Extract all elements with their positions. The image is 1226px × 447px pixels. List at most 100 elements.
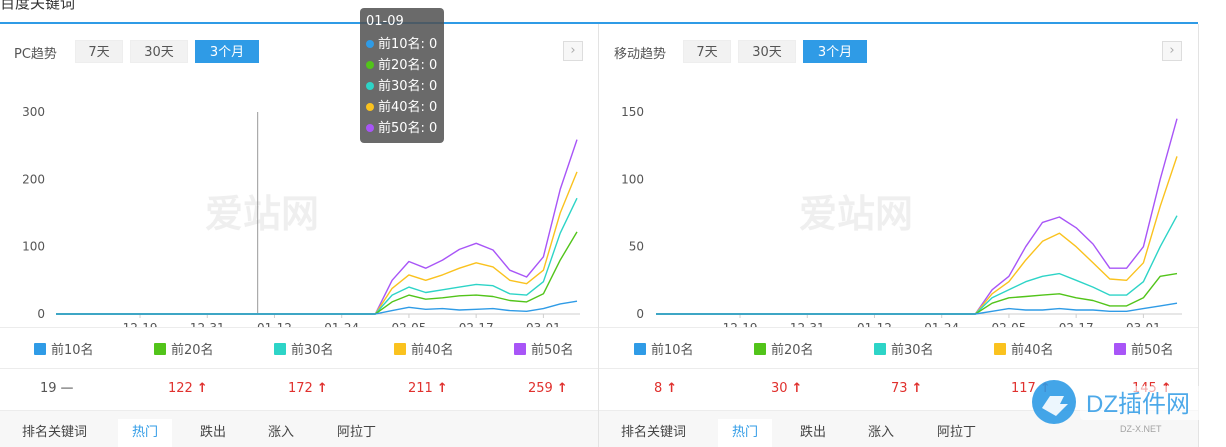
- tooltip-row-label: 前40名: 0: [378, 100, 438, 115]
- current-value-20: 122 ↑: [168, 381, 208, 396]
- legend-swatch-icon: [394, 343, 406, 355]
- pc-range-3m-button[interactable]: 3个月: [195, 40, 259, 63]
- legend-swatch-icon: [514, 343, 526, 355]
- tab-dropped[interactable]: 跌出: [186, 419, 240, 447]
- dash-icon: —: [60, 381, 74, 396]
- current-value-10: 19—: [40, 381, 74, 396]
- legend-item-50[interactable]: 前50名: [514, 339, 574, 358]
- aizhan-watermark-text: 爱站网: [205, 194, 319, 236]
- arrow-up-icon: ↑: [196, 381, 208, 396]
- pc-current-values: 19—122 ↑ 172 ↑ 211 ↑ 259 ↑: [0, 369, 598, 411]
- legend-swatch-icon: [874, 343, 886, 355]
- tooltip-row-label: 前20名: 0: [378, 58, 438, 73]
- legend-label: 前30名: [891, 343, 934, 358]
- value-number: 211: [408, 381, 433, 396]
- arrow-up-icon: ↑: [666, 381, 678, 396]
- pc-range-7d-button[interactable]: 7天: [75, 40, 123, 63]
- chevron-right-icon[interactable]: ›: [1162, 41, 1182, 61]
- tab-dropped[interactable]: 跌出: [786, 419, 840, 447]
- dot-icon: [366, 124, 374, 132]
- legend-label: 前10名: [51, 343, 94, 358]
- mobile-legend: 前10名 前20名 前30名 前40名 前50名: [599, 327, 1198, 369]
- dot-icon: [366, 82, 374, 90]
- pc-panel-label: PC趋势: [14, 47, 57, 62]
- pc-keyword-tabs: 排名关键词 热门 跌出 涨入 阿拉丁: [0, 411, 598, 447]
- tab-ranked-keywords[interactable]: 排名关键词: [607, 419, 700, 447]
- legend-item-40[interactable]: 前40名: [394, 339, 454, 358]
- tooltip-row-label: 前10名: 0: [378, 37, 438, 52]
- series-line-20: [656, 272, 1178, 315]
- legend-item-10[interactable]: 前10名: [634, 339, 694, 358]
- mobile-panel-header: 移动趋势 7天 30天 3个月 ›: [599, 39, 1198, 65]
- arrow-up-icon: ↑: [911, 381, 923, 396]
- tooltip-row-top10: 前10名: 0: [366, 34, 438, 55]
- value-number: 19: [40, 381, 57, 396]
- legend-item-20[interactable]: 前20名: [754, 339, 814, 358]
- current-value-10: 8 ↑: [654, 381, 677, 396]
- pc-trend-panel: PC趋势 7天 30天 3个月 › 爱站网010020030012-1912-3…: [0, 24, 599, 447]
- y-tick-label: 0: [37, 307, 45, 321]
- legend-label: 前20名: [171, 343, 214, 358]
- value-number: 30: [771, 381, 788, 396]
- legend-label: 前40名: [411, 343, 454, 358]
- legend-swatch-icon: [1114, 343, 1126, 355]
- y-tick-label: 200: [22, 172, 45, 186]
- y-tick-label: 100: [621, 172, 644, 186]
- y-tick-label: 50: [629, 240, 644, 254]
- value-number: 8: [654, 381, 663, 396]
- tab-hot[interactable]: 热门: [718, 419, 773, 447]
- series-line-10: [656, 302, 1178, 315]
- legend-swatch-icon: [274, 343, 286, 355]
- legend-label: 前10名: [651, 343, 694, 358]
- series-line-10: [56, 300, 578, 315]
- chevron-right-icon[interactable]: ›: [563, 41, 583, 61]
- legend-item-50[interactable]: 前50名: [1114, 339, 1174, 358]
- tab-gained[interactable]: 涨入: [854, 419, 908, 447]
- tab-gained[interactable]: 涨入: [254, 419, 308, 447]
- pc-line-chart[interactable]: 爱站网010020030012-1912-3101-1201-2402-0502…: [0, 69, 598, 327]
- chart-tooltip: 01-09 前10名: 0 前20名: 0 前30名: 0 前40名: 0 前5…: [360, 8, 444, 143]
- tab-aladdin[interactable]: 阿拉丁: [923, 419, 990, 447]
- current-value-30: 172 ↑: [288, 381, 328, 396]
- mobile-panel-label: 移动趋势: [614, 47, 667, 62]
- legend-item-10[interactable]: 前10名: [34, 339, 94, 358]
- mobile-line-chart[interactable]: 爱站网05010015012-1912-3101-1201-2402-0502-…: [599, 69, 1198, 327]
- mobile-range-30d-button[interactable]: 30天: [738, 40, 796, 63]
- mobile-range-7d-button[interactable]: 7天: [683, 40, 731, 63]
- dz-plugin-watermark-logo: DZ插件网 DZ-X.NET: [1032, 380, 1220, 434]
- dot-icon: [366, 40, 374, 48]
- dot-icon: [366, 103, 374, 111]
- legend-label: 前50名: [1131, 343, 1174, 358]
- arrow-up-icon: ↑: [316, 381, 328, 396]
- legend-label: 前50名: [531, 343, 574, 358]
- tab-hot[interactable]: 热门: [118, 419, 173, 447]
- tooltip-row-top20: 前20名: 0: [366, 55, 438, 76]
- value-number: 259: [528, 381, 553, 396]
- series-line-30: [656, 215, 1178, 315]
- pc-range-30d-button[interactable]: 30天: [130, 40, 188, 63]
- legend-item-30[interactable]: 前30名: [874, 339, 934, 358]
- mobile-range-3m-button[interactable]: 3个月: [803, 40, 867, 63]
- legend-item-40[interactable]: 前40名: [994, 339, 1054, 358]
- current-value-40: 211 ↑: [408, 381, 448, 396]
- series-line-20: [56, 231, 578, 315]
- tooltip-row-top30: 前30名: 0: [366, 76, 438, 97]
- y-tick-label: 0: [636, 307, 644, 321]
- current-value-20: 30 ↑: [771, 381, 802, 396]
- arrow-up-icon: ↑: [791, 381, 803, 396]
- legend-item-30[interactable]: 前30名: [274, 339, 334, 358]
- legend-swatch-icon: [754, 343, 766, 355]
- tooltip-row-label: 前50名: 0: [378, 121, 438, 136]
- tab-ranked-keywords[interactable]: 排名关键词: [8, 419, 101, 447]
- legend-swatch-icon: [34, 343, 46, 355]
- legend-label: 前40名: [1011, 343, 1054, 358]
- tooltip-row-top50: 前50名: 0: [366, 118, 438, 139]
- arrow-up-icon: ↑: [556, 381, 568, 396]
- y-tick-label: 150: [621, 105, 644, 119]
- tooltip-row-top40: 前40名: 0: [366, 97, 438, 118]
- svg-text:DZ-X.NET: DZ-X.NET: [1120, 424, 1162, 434]
- tab-aladdin[interactable]: 阿拉丁: [323, 419, 390, 447]
- legend-item-20[interactable]: 前20名: [154, 339, 214, 358]
- arrow-up-icon: ↑: [436, 381, 448, 396]
- pc-panel-header: PC趋势 7天 30天 3个月 ›: [0, 39, 598, 65]
